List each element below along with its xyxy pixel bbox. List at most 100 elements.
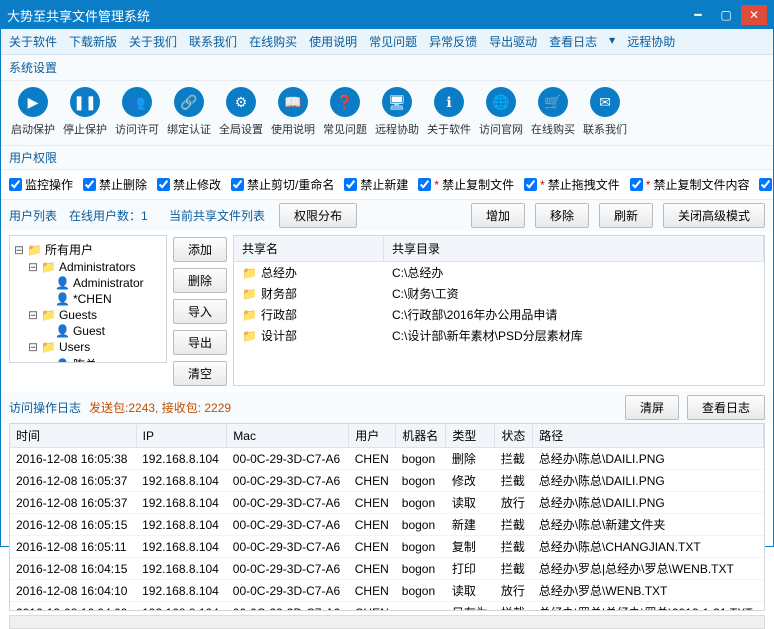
view-log-button[interactable]: 查看日志 bbox=[687, 395, 765, 420]
perm-checkbox[interactable] bbox=[418, 178, 431, 191]
tree-twisty[interactable]: ⊟ bbox=[28, 340, 38, 354]
tree-node[interactable]: 👤*CHEN bbox=[14, 291, 162, 307]
menu-item[interactable]: 联系我们 bbox=[189, 33, 237, 50]
toolbar-icon: 🛒 bbox=[538, 87, 568, 117]
log-header[interactable]: 路径 bbox=[533, 424, 764, 448]
tree-twisty[interactable]: ⊟ bbox=[28, 260, 38, 274]
tree-node[interactable]: ⊟📁Guests bbox=[14, 307, 162, 323]
tree-node[interactable]: 👤Administrator bbox=[14, 275, 162, 291]
perm-禁止删除[interactable]: 禁止删除 bbox=[83, 176, 147, 193]
perm-禁止修改[interactable]: 禁止修改 bbox=[157, 176, 221, 193]
toolbar-使用说明[interactable]: 📖使用说明 bbox=[269, 87, 317, 137]
perm-checkbox[interactable] bbox=[157, 178, 170, 191]
log-cell: 192.168.8.104 bbox=[136, 602, 227, 612]
toolbar-在线购买[interactable]: 🛒在线购买 bbox=[529, 87, 577, 137]
log-cell: 192.168.8.104 bbox=[136, 492, 227, 514]
remove-button[interactable]: 移除 bbox=[535, 203, 589, 228]
toolbar-联系我们[interactable]: ✉联系我们 bbox=[581, 87, 629, 137]
perm-监控操作[interactable]: 监控操作 bbox=[9, 176, 73, 193]
toolbar-启动保护[interactable]: ▶启动保护 bbox=[9, 87, 57, 137]
close-button[interactable]: ✕ bbox=[741, 5, 767, 25]
toolbar-访问许可[interactable]: 👥访问许可 bbox=[113, 87, 161, 137]
tree-twisty[interactable]: ⊟ bbox=[14, 243, 24, 257]
tree-btn-清空[interactable]: 清空 bbox=[173, 361, 227, 386]
user-tree[interactable]: ⊟📁所有用户⊟📁Administrators👤Administrator👤*CH… bbox=[9, 235, 167, 363]
log-table[interactable]: 时间IPMac用户机器名类型状态路径2016-12-08 16:05:38192… bbox=[9, 423, 765, 611]
log-header[interactable]: 状态 bbox=[495, 424, 533, 448]
refresh-button[interactable]: 刷新 bbox=[599, 203, 653, 228]
tree-label: *CHEN bbox=[73, 292, 112, 306]
tree-btn-添加[interactable]: 添加 bbox=[173, 237, 227, 262]
add-button[interactable]: 增加 bbox=[471, 203, 525, 228]
tree-node[interactable]: 👤Guest bbox=[14, 323, 162, 339]
tree-node[interactable]: ⊟📁所有用户 bbox=[14, 240, 162, 259]
perm-label: 禁止剪切/重命名 bbox=[247, 176, 334, 193]
log-header[interactable]: 时间 bbox=[10, 424, 136, 448]
minimize-button[interactable]: ━ bbox=[685, 5, 711, 25]
perm-checkbox[interactable] bbox=[9, 178, 22, 191]
tree-node[interactable]: ⊟📁Administrators bbox=[14, 259, 162, 275]
perm-禁止复制文件[interactable]: *禁止复制文件 bbox=[418, 176, 514, 193]
log-row[interactable]: 2016-12-08 16:04:15192.168.8.10400-0C-29… bbox=[10, 558, 764, 580]
log-header[interactable]: 类型 bbox=[446, 424, 495, 448]
tree-twisty[interactable]: ⊟ bbox=[28, 308, 38, 322]
toolbar-绑定认证[interactable]: 🔗绑定认证 bbox=[165, 87, 213, 137]
menu-item[interactable]: 下载新版 bbox=[69, 33, 117, 50]
toolbar-关于软件[interactable]: ℹ关于软件 bbox=[425, 87, 473, 137]
share-row[interactable]: 📁财务部C:\财务\工资 bbox=[234, 283, 764, 304]
log-row[interactable]: 2016-12-08 16:04:09192.168.8.10400-0C-29… bbox=[10, 602, 764, 612]
log-header[interactable]: 用户 bbox=[349, 424, 396, 448]
toolbar-常见问题[interactable]: ❓常见问题 bbox=[321, 87, 369, 137]
log-header[interactable]: 机器名 bbox=[396, 424, 446, 448]
menu-item[interactable]: 使用说明 bbox=[309, 33, 357, 50]
perm-禁止另存为[interactable]: *禁止另存为 bbox=[759, 176, 774, 193]
perm-禁止新建[interactable]: 禁止新建 bbox=[344, 176, 408, 193]
tree-node[interactable]: 👤陈总 bbox=[14, 355, 162, 363]
menu-item[interactable]: 查看日志 bbox=[549, 33, 597, 50]
menu-item[interactable]: 关于我们 bbox=[129, 33, 177, 50]
close-advanced-button[interactable]: 关闭高级模式 bbox=[663, 203, 765, 228]
clear-log-button[interactable]: 清屏 bbox=[625, 395, 679, 420]
horizontal-scrollbar[interactable] bbox=[9, 615, 765, 629]
log-row[interactable]: 2016-12-08 16:05:37192.168.8.10400-0C-29… bbox=[10, 470, 764, 492]
permission-dist-button[interactable]: 权限分布 bbox=[279, 203, 357, 228]
perm-label: 禁止拖拽文件 bbox=[548, 176, 620, 193]
log-row[interactable]: 2016-12-08 16:04:10192.168.8.10400-0C-29… bbox=[10, 580, 764, 602]
log-row[interactable]: 2016-12-08 16:05:15192.168.8.10400-0C-29… bbox=[10, 514, 764, 536]
tree-btn-导出[interactable]: 导出 bbox=[173, 330, 227, 355]
perm-checkbox[interactable] bbox=[524, 178, 537, 191]
menu-item[interactable]: 关于软件 bbox=[9, 33, 57, 50]
tree-btn-导入[interactable]: 导入 bbox=[173, 299, 227, 324]
menu-item[interactable]: 异常反馈 bbox=[429, 33, 477, 50]
perm-checkbox[interactable] bbox=[231, 178, 244, 191]
folder-icon: 📁 bbox=[41, 340, 56, 354]
perm-禁止剪切/重命名[interactable]: 禁止剪切/重命名 bbox=[231, 176, 334, 193]
toolbar-访问官网[interactable]: 🌐访问官网 bbox=[477, 87, 525, 137]
tree-btn-删除[interactable]: 删除 bbox=[173, 268, 227, 293]
perm-checkbox[interactable] bbox=[630, 178, 643, 191]
log-row[interactable]: 2016-12-08 16:05:37192.168.8.10400-0C-29… bbox=[10, 492, 764, 514]
menu-item[interactable]: 导出驱动 bbox=[489, 33, 537, 50]
menu-item[interactable]: 常见问题 bbox=[369, 33, 417, 50]
perm-checkbox[interactable] bbox=[344, 178, 357, 191]
menu-item[interactable]: ▾ bbox=[609, 33, 615, 50]
perm-checkbox[interactable] bbox=[759, 178, 772, 191]
log-cell: 拦截 bbox=[495, 470, 533, 492]
tree-node[interactable]: ⊟📁Users bbox=[14, 339, 162, 355]
share-row[interactable]: 📁行政部C:\行政部\2016年办公用品申请 bbox=[234, 304, 764, 325]
perm-禁止拖拽文件[interactable]: *禁止拖拽文件 bbox=[524, 176, 620, 193]
menu-item[interactable]: 在线购买 bbox=[249, 33, 297, 50]
share-row[interactable]: 📁总经办C:\总经办 bbox=[234, 262, 764, 283]
toolbar-停止保护[interactable]: ❚❚停止保护 bbox=[61, 87, 109, 137]
maximize-button[interactable]: ▢ bbox=[713, 5, 739, 25]
perm-禁止复制文件内容[interactable]: *禁止复制文件内容 bbox=[630, 176, 750, 193]
perm-checkbox[interactable] bbox=[83, 178, 96, 191]
toolbar-远程协助[interactable]: 🖥远程协助 bbox=[373, 87, 421, 137]
toolbar-全局设置[interactable]: ⚙全局设置 bbox=[217, 87, 265, 137]
share-row[interactable]: 📁设计部C:\设计部\新年素材\PSD分层素材库 bbox=[234, 325, 764, 346]
log-header[interactable]: Mac bbox=[227, 424, 349, 448]
log-row[interactable]: 2016-12-08 16:05:38192.168.8.10400-0C-29… bbox=[10, 448, 764, 470]
log-header[interactable]: IP bbox=[136, 424, 227, 448]
menu-item[interactable]: 远程协助 bbox=[627, 33, 675, 50]
share-path: C:\财务\工资 bbox=[384, 285, 764, 302]
